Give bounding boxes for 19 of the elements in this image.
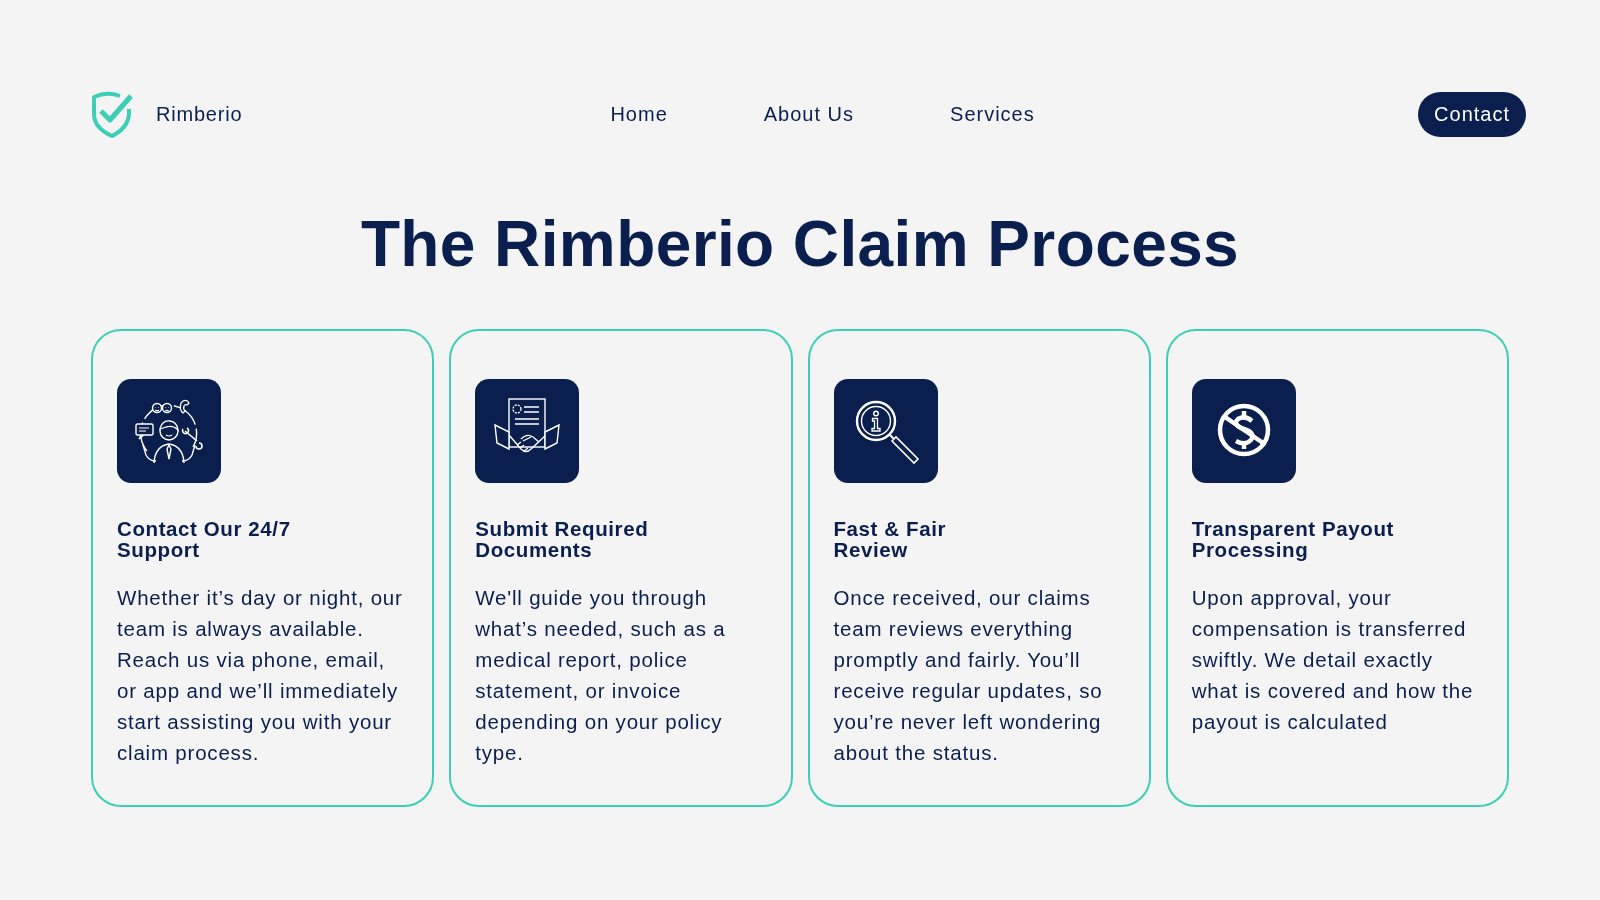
crossed-dollar-icon xyxy=(1191,379,1296,483)
page-heading: The Rimberio Claim Process xyxy=(359,207,1241,282)
step-title: Contact Our 24/7 Support xyxy=(117,518,292,560)
nav-link[interactable]: Services xyxy=(950,102,1035,126)
step-description: We'll guide you through what’s needed, such as a medical report, police statement, or invoice depending on your policy type. xyxy=(475,585,727,766)
magnifier-info-icon xyxy=(833,379,938,483)
step-title: Fast & Fair Review xyxy=(833,518,948,560)
brand-name: Rimberio xyxy=(156,102,243,126)
shield-check-icon xyxy=(90,90,134,138)
support-agent-icon xyxy=(117,379,221,483)
step-description: Once received, our claims team reviews everything promptly and fairly. You’ll receive regular updates, so you’re never left wondering about the status. xyxy=(833,585,1104,766)
nav-link[interactable]: Home xyxy=(610,102,668,126)
document-handshake-icon xyxy=(475,379,580,483)
step-title: Transparent Payout Processing xyxy=(1191,518,1395,560)
step-description: Whether it’s day or night, our team is always available. Reach us via phone, email, or app and we’ll immediately start assisting you with your claim process. xyxy=(117,585,404,766)
step-description: Upon approval, your compensation is transferred swiftly. We detail exactly what is covered and how the payout is calculated xyxy=(1191,585,1475,735)
step-title: Submit Required Documents xyxy=(475,518,650,560)
contact-button[interactable]: Contact xyxy=(1418,91,1526,137)
nav-link[interactable]: About Us xyxy=(763,102,855,126)
